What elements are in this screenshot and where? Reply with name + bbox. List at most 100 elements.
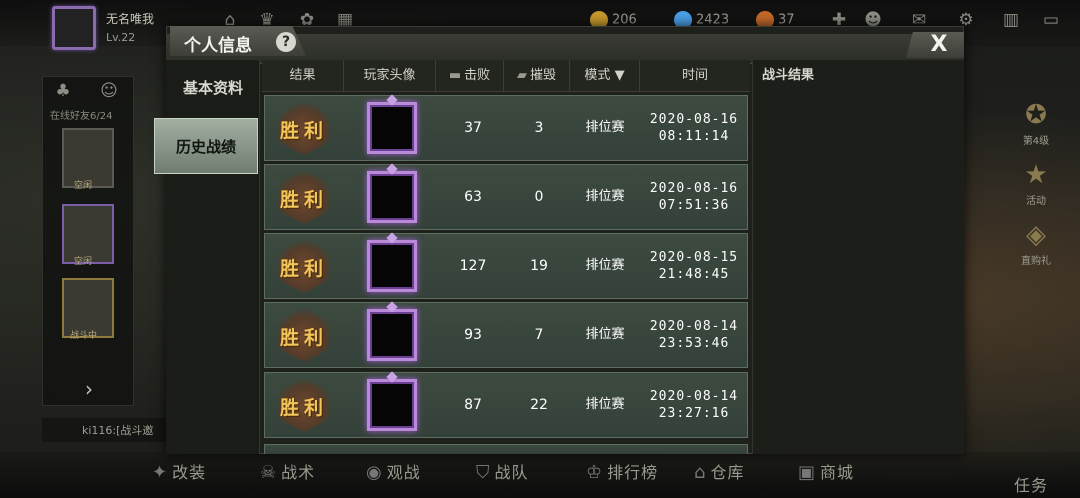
destroys-value: 3 xyxy=(534,120,544,136)
destroys-value: 22 xyxy=(530,397,548,413)
tab-basic-info[interactable]: 基本资料 xyxy=(166,62,260,114)
chevron-right-icon[interactable]: › xyxy=(78,378,100,400)
level-badge-label: 第4级 xyxy=(1022,136,1050,147)
player-name: 无名唯我 xyxy=(106,12,155,26)
friend-status: 战斗中 xyxy=(70,331,98,341)
nav-tactics[interactable]: ☠ 战术 xyxy=(260,459,315,483)
nav-label: 商城 xyxy=(820,463,855,482)
table-row[interactable]: 胜利 127 19 排位赛 2020-08-15 21:48:45 xyxy=(264,233,748,299)
kills-value: 127 xyxy=(459,258,487,274)
shield-icon: ⛉ xyxy=(476,462,491,483)
player-level: Lv.22 xyxy=(106,31,136,44)
wrench-icon: ✦ xyxy=(152,462,169,483)
chat-bar[interactable]: ki116:[战斗邀 xyxy=(42,418,172,442)
date-text: 2020-08-14 xyxy=(649,389,739,404)
nav-team[interactable]: ⛉ 战队 xyxy=(476,459,529,483)
kills-value: 37 xyxy=(464,120,482,136)
close-button[interactable]: X xyxy=(906,32,964,58)
nav-label: 仓库 xyxy=(710,463,745,482)
mode-value: 排位赛 xyxy=(585,120,625,135)
online-friends-label: 在线好友6/24 xyxy=(50,111,113,122)
activity-button[interactable]: ★ 活动 xyxy=(1016,160,1056,207)
clock-text: 23:53:46 xyxy=(658,336,730,351)
star-badge-icon: ✪ xyxy=(1025,100,1047,130)
player-portrait xyxy=(367,240,417,292)
header-kills: ▬ 击败 xyxy=(436,60,504,92)
nav-missions[interactable]: 任务 xyxy=(1014,472,1048,496)
friend-tab-icon[interactable]: ♣ xyxy=(52,80,74,102)
date-text: 2020-08-15 xyxy=(649,250,739,265)
clock-text: 07:51:36 xyxy=(658,198,730,213)
triangle-down-icon: ▼ xyxy=(614,68,625,83)
header-mode[interactable]: 模式 ▼ xyxy=(570,60,640,92)
star-icon: ★ xyxy=(1024,160,1048,190)
chat-text: ki116:[战斗邀 xyxy=(82,424,154,437)
date-text: 2020-08-16 xyxy=(649,112,739,127)
header-avatar: 玩家头像 xyxy=(344,60,436,92)
table-row[interactable]: 胜利 87 22 排位赛 2020-08-14 23:27:16 xyxy=(264,372,748,438)
destroys-value: 0 xyxy=(534,189,544,205)
clock-text: 08:11:14 xyxy=(658,129,730,144)
battle-result-panel xyxy=(752,60,964,454)
level-badge-button[interactable]: ✪ 第4级 xyxy=(1016,100,1056,147)
header-result: 结果 xyxy=(262,60,344,92)
result-text: 胜利 xyxy=(279,327,328,349)
header-mode-label: 模式 xyxy=(584,68,611,83)
mode-value: 排位赛 xyxy=(585,327,625,342)
nav-label: 改装 xyxy=(172,463,207,482)
table-row[interactable]: 胜利 63 0 排位赛 2020-08-16 07:51:36 xyxy=(264,164,748,230)
header-destroys-label: 摧毁 xyxy=(529,68,556,83)
result-text: 胜利 xyxy=(279,397,328,419)
friend-status: 空闲 xyxy=(74,257,93,267)
nav-label: 观战 xyxy=(386,463,421,482)
history-table-header: 结果 玩家头像 ▬ 击败 ▰ 摧毁 模式 ▼ 时间 xyxy=(262,60,750,92)
gift-button[interactable]: ◈ 直购礼 xyxy=(1016,220,1056,267)
battle-result-title: 战斗结果 xyxy=(762,68,815,83)
kills-value: 93 xyxy=(464,327,482,343)
mode-value: 排位赛 xyxy=(585,258,625,273)
battery-icon: ▭ xyxy=(1042,10,1060,30)
destroys-value: 19 xyxy=(530,258,548,274)
shop-icon: ▣ xyxy=(798,462,817,483)
nav-leaderboard[interactable]: ♔ 排行榜 xyxy=(586,459,658,483)
nav-label: 任务 xyxy=(1014,476,1049,495)
skull-icon: ☠ xyxy=(260,462,278,483)
mode-value: 排位赛 xyxy=(585,189,625,204)
table-row[interactable]: 胜利 93 7 排位赛 2020-08-14 23:53:46 xyxy=(264,302,748,368)
player-portrait xyxy=(367,309,417,361)
date-text: 2020-08-16 xyxy=(649,181,739,196)
group-tab-icon[interactable]: ☺ xyxy=(98,80,120,102)
trophy-icon: ♔ xyxy=(586,462,604,483)
header-destroys: ▰ 摧毁 xyxy=(504,60,570,92)
header-kills-label: 击败 xyxy=(464,68,491,83)
result-text: 胜利 xyxy=(279,258,328,280)
destroys-value: 7 xyxy=(534,327,544,343)
kills-value: 87 xyxy=(464,397,482,413)
nav-modify[interactable]: ✦ 改装 xyxy=(152,459,206,483)
mode-value: 排位赛 xyxy=(585,397,625,412)
tab-match-history[interactable]: 历史战绩 xyxy=(154,118,258,174)
result-text: 胜利 xyxy=(279,120,328,142)
nav-shop[interactable]: ▣ 商城 xyxy=(798,459,854,483)
warehouse-icon: ⌂ xyxy=(694,462,707,483)
nav-spectate[interactable]: ◉ 观战 xyxy=(366,459,421,483)
friend-status: 空闲 xyxy=(74,181,93,191)
header-time: 时间 xyxy=(681,68,708,83)
wreck-icon: ▰ xyxy=(516,68,527,83)
nav-label: 战术 xyxy=(281,463,316,482)
nav-warehouse[interactable]: ⌂ 仓库 xyxy=(694,459,744,483)
gift-card-icon: ◈ xyxy=(1026,220,1046,250)
player-portrait xyxy=(367,171,417,223)
activity-label: 活动 xyxy=(1026,196,1046,207)
player-avatar[interactable] xyxy=(52,6,96,50)
nav-label: 战队 xyxy=(494,463,529,482)
nav-label: 排行榜 xyxy=(607,463,659,482)
clock-text: 23:27:16 xyxy=(658,406,730,421)
table-row[interactable]: 胜利 37 3 排位赛 2020-08-16 08:11:14 xyxy=(264,95,748,161)
help-icon[interactable]: ? xyxy=(276,32,296,52)
kills-value: 63 xyxy=(464,189,482,205)
book-icon[interactable]: ▥ xyxy=(1000,9,1022,31)
player-portrait xyxy=(367,102,417,154)
modal-title-text: 个人信息 xyxy=(184,36,252,56)
result-text: 胜利 xyxy=(279,189,328,211)
